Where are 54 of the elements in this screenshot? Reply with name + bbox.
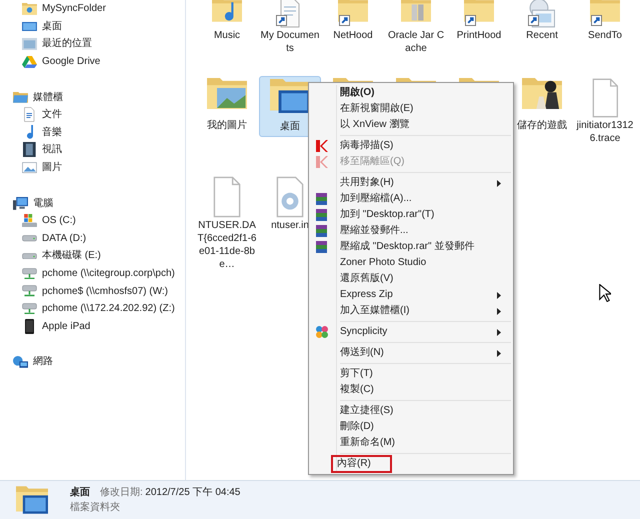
file-name[interactable]: 我的圖片: [207, 119, 247, 132]
menu-item[interactable]: 建立捷徑(S): [338, 405, 396, 417]
modified-label: 修改日期:: [100, 486, 143, 500]
file-name[interactable]: Music: [214, 29, 240, 42]
file-name[interactable]: My Documents: [260, 29, 320, 55]
sidebar-item[interactable]: 本機磁碟 (E:): [42, 248, 101, 264]
sidebar-item[interactable]: OS (C:): [42, 213, 76, 228]
menu-item[interactable]: 加到壓縮檔(A)...: [338, 193, 414, 205]
menu-item[interactable]: 加入至媒體櫃(I): [338, 305, 412, 317]
file-name[interactable]: PrintHood: [456, 29, 502, 42]
sidebar-item[interactable]: Apple iPad: [42, 318, 90, 334]
sidebar-item[interactable]: Google Drive: [42, 54, 100, 70]
menu-item[interactable]: 在新視窗開啟(E): [338, 103, 416, 115]
sidebar-item[interactable]: pchome$ (\\cmhosfs07) (W:): [42, 284, 168, 299]
menu-item[interactable]: 加到 "Desktop.rar"(T): [338, 209, 436, 221]
sidebar-item[interactable]: pchome (\\citegroup.corp\pch): [42, 266, 175, 282]
menu-item[interactable]: 重新命名(M): [338, 437, 397, 449]
file-name[interactable]: SendTo: [588, 29, 622, 42]
menu-item[interactable]: 還原舊版(V): [338, 273, 396, 285]
sidebar-item[interactable]: 最近的位置: [42, 36, 92, 52]
sidebar-item[interactable]: 媒體櫃: [33, 90, 63, 105]
file-name[interactable]: Oracle Jar Cache: [386, 29, 446, 55]
sidebar-item[interactable]: 視訊: [42, 142, 62, 158]
file-name[interactable]: NTUSER.DAT{6cced2f1-6e01-11de-8be…: [197, 219, 257, 271]
file-name[interactable]: Recent: [526, 29, 558, 42]
menu-item[interactable]: 複製(C): [338, 384, 376, 396]
item-type: 檔案資料夾: [70, 500, 121, 515]
menu-item[interactable]: 剪下(T): [338, 368, 375, 380]
sidebar-item[interactable]: MySyncFolder: [42, 1, 106, 16]
sidebar-item[interactable]: 桌面: [42, 18, 62, 34]
menu-item[interactable]: 壓縮成 "Desktop.rar" 並發郵件: [338, 241, 476, 253]
menu-item[interactable]: 傳送到(N): [338, 347, 386, 359]
menu-item[interactable]: Zoner Photo Studio: [338, 257, 428, 269]
menu-item[interactable]: 以 XnView 瀏覽: [338, 119, 412, 131]
file-name[interactable]: jinitiator13126.trace: [575, 119, 635, 145]
menu-item[interactable]: 共用對象(H): [338, 177, 396, 189]
file-name[interactable]: ntuser.in: [271, 219, 309, 232]
sidebar-item[interactable]: 圖片: [42, 160, 62, 176]
menu-item[interactable]: Express Zip: [338, 289, 395, 301]
file-name[interactable]: 儲存的遊戲: [517, 119, 567, 132]
sidebar-item[interactable]: 網路: [33, 354, 53, 370]
menu-item[interactable]: 壓縮並發郵件...: [338, 225, 410, 237]
menu-item[interactable]: 病毒掃描(S): [338, 140, 396, 152]
modified-date: 2012/7/25 下午 04:45: [145, 486, 240, 500]
sidebar-item[interactable]: pchome (\\172.24.202.92) (Z:): [42, 301, 175, 316]
item-name: 桌面: [70, 486, 90, 500]
sidebar-item[interactable]: 音樂: [42, 124, 62, 140]
menu-item[interactable]: Syncplicity: [338, 326, 390, 338]
sidebar-item[interactable]: DATA (D:): [42, 230, 86, 246]
menu-item[interactable]: 內容(R): [334, 458, 389, 470]
sidebar-item[interactable]: 文件: [42, 107, 62, 122]
file-name[interactable]: NetHood: [333, 29, 373, 42]
sidebar-item[interactable]: 電腦: [33, 196, 53, 211]
menu-item[interactable]: 刪除(D): [338, 421, 376, 433]
